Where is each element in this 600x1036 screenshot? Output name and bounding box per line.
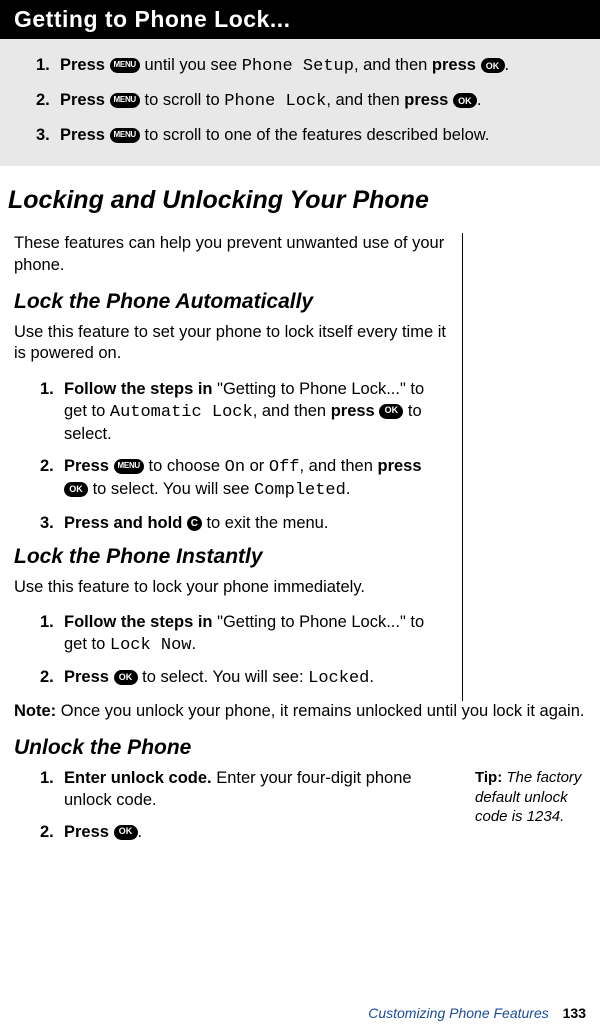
step-text: Press OK to select. You will see: Locked… bbox=[64, 667, 448, 690]
c-icon: C bbox=[187, 516, 202, 531]
step-text: Follow the steps in "Getting to Phone Lo… bbox=[64, 379, 448, 446]
left-column: These features can help you prevent unwa… bbox=[8, 233, 463, 700]
step-number: 2. bbox=[40, 667, 58, 690]
step-number: 1. bbox=[40, 379, 58, 446]
unlock-step-2: 2. Press OK. bbox=[14, 822, 449, 844]
ok-icon: OK bbox=[481, 58, 505, 73]
step-number: 3. bbox=[40, 513, 58, 535]
auto-step-3: 3. Press and hold C to exit the menu. bbox=[14, 513, 448, 535]
page-number: 133 bbox=[563, 1005, 586, 1021]
step-text: Press and hold C to exit the menu. bbox=[64, 513, 448, 535]
ok-icon: OK bbox=[64, 482, 88, 497]
left-column: 1. Enter unlock code. Enter your four-di… bbox=[8, 768, 463, 853]
getting-to-box: 1. Press MENU until you see Phone Setup,… bbox=[0, 39, 600, 166]
intro-text: These features can help you prevent unwa… bbox=[14, 233, 448, 276]
step-text: Follow the steps in "Getting to Phone Lo… bbox=[64, 612, 448, 657]
header-title: Getting to Phone Lock... bbox=[14, 6, 291, 32]
menu-icon: MENU bbox=[110, 58, 140, 73]
auto-step-2: 2. Press MENU to choose On or Off, and t… bbox=[14, 456, 448, 503]
instant-step-2: 2. Press OK to select. You will see: Loc… bbox=[14, 667, 448, 690]
auto-heading: Lock the Phone Automatically bbox=[14, 290, 448, 314]
auto-step-1: 1. Follow the steps in "Getting to Phone… bbox=[14, 379, 448, 446]
menu-icon: MENU bbox=[114, 459, 144, 474]
right-column-tip: Tip: The factory default unlock code is … bbox=[463, 768, 590, 853]
unlock-heading: Unlock the Phone bbox=[8, 736, 592, 760]
gray-step-2: 2. Press MENU to scroll to Phone Lock, a… bbox=[14, 89, 586, 114]
instant-note: Note: Once you unlock your phone, it rem… bbox=[8, 701, 592, 722]
step-text: Press MENU to choose On or Off, and then… bbox=[64, 456, 448, 503]
step-number: 3. bbox=[36, 124, 54, 146]
two-column-upper: These features can help you prevent unwa… bbox=[8, 233, 592, 700]
right-column-empty bbox=[463, 233, 590, 700]
step-number: 2. bbox=[40, 456, 58, 503]
step-number: 1. bbox=[40, 612, 58, 657]
unlock-step-1: 1. Enter unlock code. Enter your four-di… bbox=[14, 768, 449, 812]
step-number: 2. bbox=[40, 822, 58, 844]
ok-icon: OK bbox=[453, 93, 477, 108]
tip-label: Tip: bbox=[475, 769, 502, 786]
step-number: 1. bbox=[40, 768, 58, 812]
step-text: Press OK. bbox=[64, 822, 449, 844]
step-text: Enter unlock code. Enter your four-digit… bbox=[64, 768, 449, 812]
two-column-unlock: 1. Enter unlock code. Enter your four-di… bbox=[8, 768, 592, 853]
menu-icon: MENU bbox=[110, 128, 140, 143]
step-text: Press MENU to scroll to one of the featu… bbox=[60, 124, 489, 146]
footer-section: Customizing Phone Features bbox=[368, 1005, 549, 1021]
ok-icon: OK bbox=[114, 825, 138, 840]
header-bar: Getting to Phone Lock... bbox=[0, 0, 600, 39]
step-text: Press MENU to scroll to Phone Lock, and … bbox=[60, 89, 482, 114]
gray-step-3: 3. Press MENU to scroll to one of the fe… bbox=[14, 124, 586, 146]
step-text: Press MENU until you see Phone Setup, an… bbox=[60, 54, 509, 79]
page-footer: Customizing Phone Features 133 bbox=[368, 1005, 586, 1021]
instant-step-1: 1. Follow the steps in "Getting to Phone… bbox=[14, 612, 448, 657]
ok-icon: OK bbox=[114, 670, 138, 685]
ok-icon: OK bbox=[379, 404, 403, 419]
step-number: 2. bbox=[36, 89, 54, 111]
instant-heading: Lock the Phone Instantly bbox=[14, 545, 448, 569]
section-heading: Locking and Unlocking Your Phone bbox=[8, 186, 592, 215]
step-number: 1. bbox=[36, 54, 54, 76]
gray-step-1: 1. Press MENU until you see Phone Setup,… bbox=[14, 54, 586, 79]
instant-desc: Use this feature to lock your phone imme… bbox=[14, 577, 448, 598]
main-content: Locking and Unlocking Your Phone These f… bbox=[0, 166, 600, 853]
auto-desc: Use this feature to set your phone to lo… bbox=[14, 322, 448, 365]
menu-icon: MENU bbox=[110, 93, 140, 108]
